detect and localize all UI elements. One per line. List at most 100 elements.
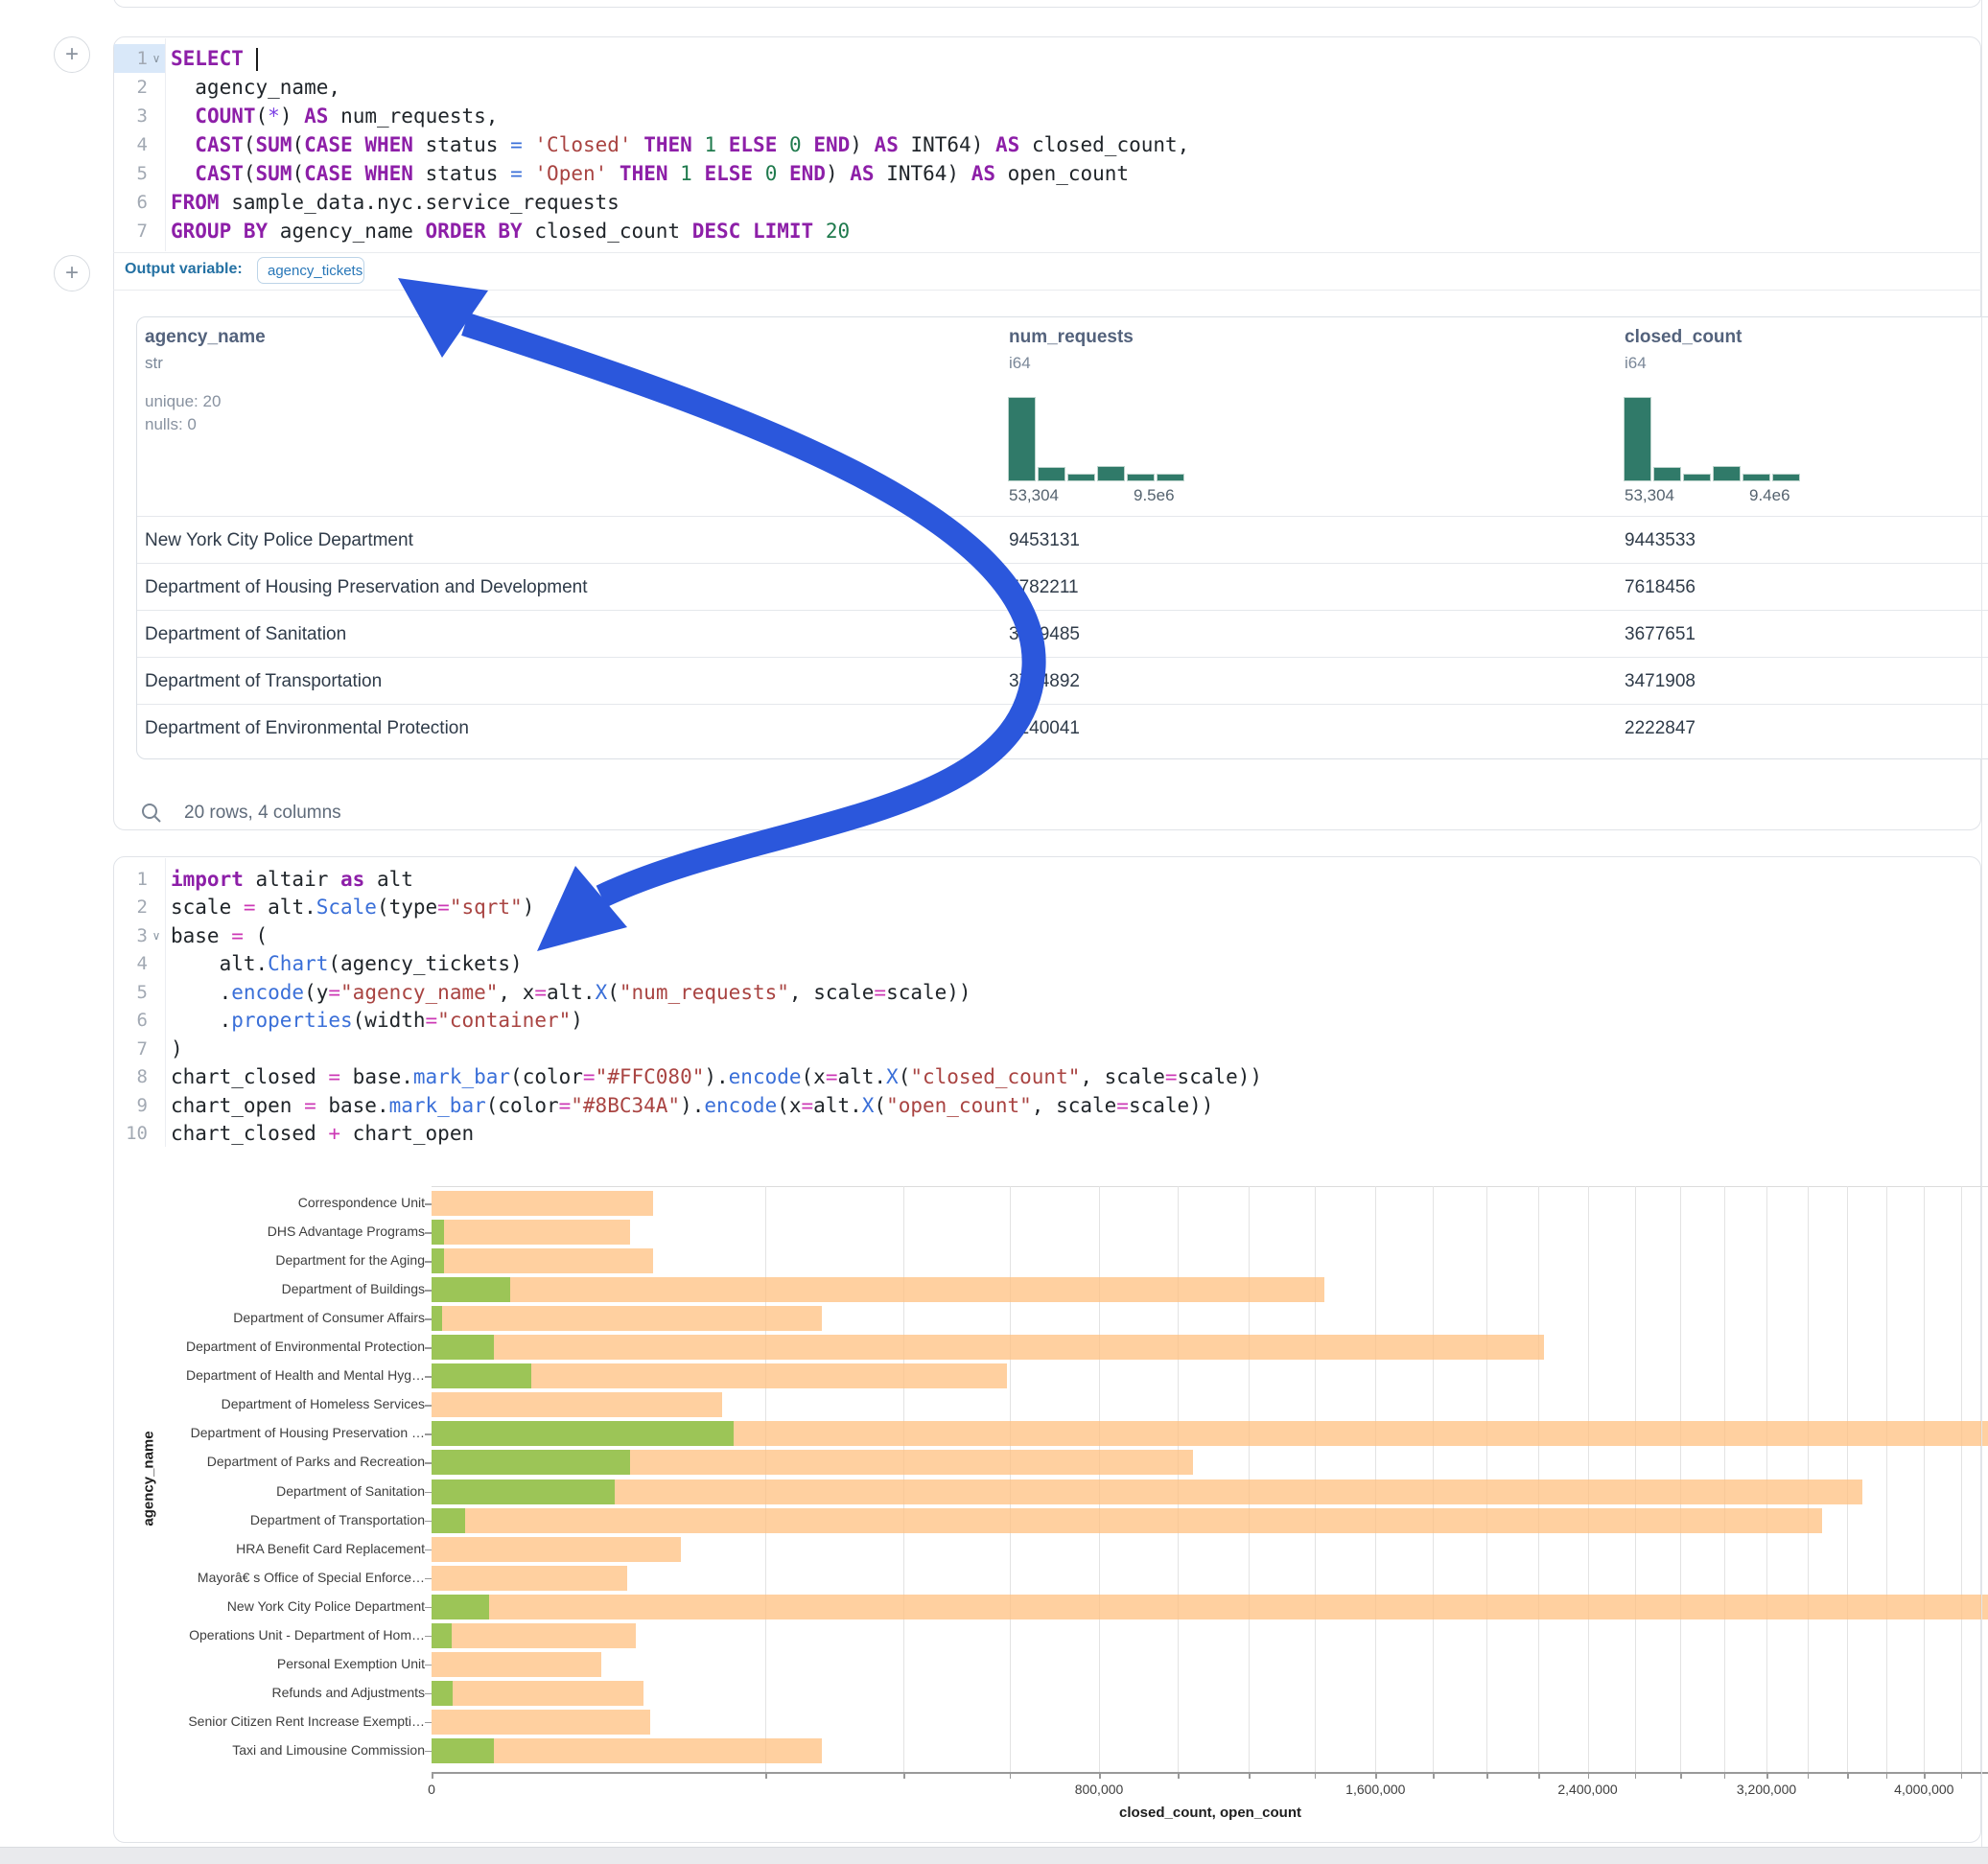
output-variable-chip[interactable]: agency_tickets xyxy=(257,257,364,284)
line-number-gutter: 4 xyxy=(114,950,165,979)
x-axis-tick xyxy=(432,1772,433,1779)
line-number-gutter: 1 xyxy=(114,865,165,894)
code-text: alt.Chart(agency_tickets) xyxy=(165,952,523,975)
histogram-bar xyxy=(1098,467,1124,480)
column-stat: nulls: 0 xyxy=(145,415,197,434)
table-cell: 7782211 xyxy=(1009,564,1079,611)
output-variable-label: Output variable: xyxy=(125,261,243,278)
y-axis-tick xyxy=(425,1521,432,1523)
open-count-bar xyxy=(432,1623,452,1648)
histogram-bar xyxy=(1128,475,1154,480)
line-number: 1 xyxy=(137,869,148,890)
previous-cell-edge xyxy=(113,0,1981,8)
code-line[interactable]: 3∨base = ( xyxy=(114,921,1262,950)
code-text: CAST(SUM(CASE WHEN status = 'Closed' THE… xyxy=(165,133,1189,156)
y-axis-label: New York City Police Department xyxy=(144,1598,425,1614)
closed-count-bar xyxy=(432,1335,1544,1360)
fold-chevron-icon[interactable]: ∨ xyxy=(148,52,165,65)
code-line[interactable]: 1import altair as alt xyxy=(114,865,1262,894)
line-number: 7 xyxy=(137,221,148,242)
y-axis-label: Department of Consumer Affairs xyxy=(144,1310,425,1325)
y-axis-label: Department of Transportation xyxy=(144,1512,425,1527)
histogram-bar xyxy=(1743,475,1769,480)
y-axis-tick xyxy=(425,1722,432,1724)
table-cell: 9453131 xyxy=(1009,517,1080,564)
line-number: 3 xyxy=(137,925,148,946)
table-cell: 7618456 xyxy=(1625,564,1696,611)
x-axis-tick xyxy=(1433,1772,1435,1779)
code-line[interactable]: 6FROM sample_data.nyc.service_requests xyxy=(114,188,1189,217)
code-line[interactable]: 4 CAST(SUM(CASE WHEN status = 'Closed' T… xyxy=(114,130,1189,159)
code-line[interactable]: 2 agency_name, xyxy=(114,73,1189,102)
table-row[interactable]: New York City Police Department945313194… xyxy=(137,516,1988,563)
table-row[interactable]: Department of Transportation377489234719… xyxy=(137,657,1988,704)
x-axis-tick-label: 800,000 xyxy=(1075,1782,1124,1797)
open-count-bar xyxy=(432,1363,531,1388)
code-line[interactable]: 7GROUP BY agency_name ORDER BY closed_co… xyxy=(114,217,1189,245)
open-count-bar xyxy=(432,1277,510,1302)
sql-code-editor[interactable]: 1∨SELECT 2 agency_name,3 COUNT(*) AS num… xyxy=(114,44,1189,245)
line-number: 3 xyxy=(137,105,148,127)
y-axis-tick xyxy=(425,1665,432,1666)
code-text: base = ( xyxy=(165,924,268,947)
closed-count-bar xyxy=(432,1537,681,1562)
table-cell: Department of Housing Preservation and D… xyxy=(145,564,588,611)
closed-count-bar xyxy=(432,1595,1988,1619)
y-axis-tick xyxy=(425,1405,432,1407)
add-cell-button-output[interactable]: + xyxy=(54,255,90,291)
search-icon[interactable] xyxy=(140,802,163,825)
horizontal-scrollbar-track[interactable] xyxy=(0,1847,1988,1864)
open-count-bar xyxy=(432,1306,442,1331)
table-row[interactable]: Department of Environmental Protection22… xyxy=(137,704,1988,751)
code-line[interactable]: 2scale = alt.Scale(type="sqrt") xyxy=(114,894,1262,922)
histogram-min-label: 53,304 xyxy=(1625,486,1674,505)
line-number-gutter: 1∨ xyxy=(114,44,165,73)
code-line[interactable]: 4 alt.Chart(agency_tickets) xyxy=(114,950,1262,979)
x-axis-tick xyxy=(1375,1772,1377,1779)
x-axis-tick xyxy=(1099,1772,1101,1779)
code-line[interactable]: 10 chart_closed + chart_open xyxy=(114,1120,1262,1149)
line-number: 10 xyxy=(126,1123,148,1144)
code-line[interactable]: 7) xyxy=(114,1035,1262,1063)
line-number: 4 xyxy=(137,134,148,155)
code-line[interactable]: 5 CAST(SUM(CASE WHEN status = 'Open' THE… xyxy=(114,159,1189,188)
add-cell-button-top[interactable]: + xyxy=(54,36,90,73)
x-axis-tick xyxy=(1680,1772,1682,1779)
window-right-edge xyxy=(1981,0,1982,1849)
histogram-bar xyxy=(1654,468,1680,480)
code-line[interactable]: 9chart_open = base.mark_bar(color="#8BC3… xyxy=(114,1091,1262,1120)
x-axis-tick xyxy=(1766,1772,1768,1779)
histogram-bar xyxy=(1009,398,1035,480)
code-line[interactable]: 1∨SELECT xyxy=(114,44,1189,73)
y-axis-label: Department of Sanitation xyxy=(144,1483,425,1499)
code-text: .encode(y="agency_name", x=alt.X("num_re… xyxy=(165,981,971,1004)
y-axis-tick xyxy=(425,1232,432,1234)
line-number: 2 xyxy=(137,77,148,98)
table-cell: New York City Police Department xyxy=(145,517,413,564)
fold-chevron-icon[interactable]: ∨ xyxy=(148,929,165,943)
line-number-gutter: 5 xyxy=(114,978,165,1007)
table-row[interactable]: Department of Sanitation37494853677651 xyxy=(137,610,1988,657)
x-axis-tick xyxy=(903,1772,905,1779)
table-row[interactable]: Department of Housing Preservation and D… xyxy=(137,563,1988,610)
table-cell: 2240041 xyxy=(1009,705,1080,752)
open-count-bar xyxy=(432,1450,630,1475)
y-axis-tick xyxy=(425,1203,432,1205)
line-number: 2 xyxy=(137,897,148,918)
y-axis-tick xyxy=(425,1607,432,1609)
code-text: chart_closed = base.mark_bar(color="#FFC… xyxy=(165,1065,1262,1088)
open-count-bar xyxy=(432,1595,489,1619)
open-count-bar xyxy=(432,1421,734,1446)
y-axis-tick xyxy=(425,1492,432,1494)
y-axis-tick xyxy=(425,1693,432,1695)
code-line[interactable]: 6 .properties(width="container") xyxy=(114,1007,1262,1036)
python-code-editor[interactable]: 1import altair as alt2scale = alt.Scale(… xyxy=(114,865,1262,1148)
y-axis-tick xyxy=(425,1347,432,1349)
code-line[interactable]: 3 COUNT(*) AS num_requests, xyxy=(114,102,1189,130)
code-text: chart_closed + chart_open xyxy=(165,1122,474,1145)
line-number-gutter: 9 xyxy=(114,1091,165,1120)
code-line[interactable]: 5 .encode(y="agency_name", x=alt.X("num_… xyxy=(114,978,1262,1007)
line-number: 8 xyxy=(137,1066,148,1087)
open-count-bar xyxy=(432,1681,453,1706)
code-line[interactable]: 8 chart_closed = base.mark_bar(color="#FF… xyxy=(114,1063,1262,1092)
